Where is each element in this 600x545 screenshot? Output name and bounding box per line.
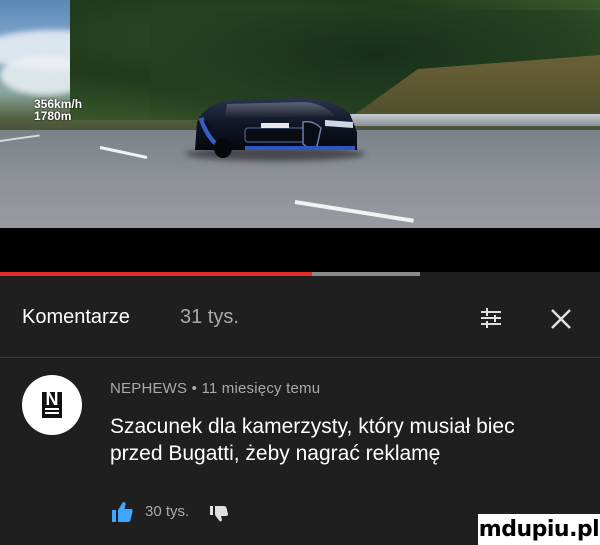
comment-body: Szacunek dla kamerzysty, który musiał bi… (110, 413, 580, 467)
comments-title: Komentarze (22, 306, 130, 328)
thumbs-down-icon[interactable] (209, 504, 229, 522)
comments-count: 31 tys. (180, 306, 239, 328)
comment-text-line: Szacunek dla kamerzysty, który musiał bi… (110, 415, 515, 438)
meta-separator: • (191, 380, 198, 397)
divider (0, 357, 600, 358)
thumbs-up-icon[interactable] (110, 500, 134, 524)
distance-readout: 1780m (34, 109, 72, 123)
player-controls-area[interactable] (0, 228, 600, 272)
comment-author[interactable]: NEPHEWS (110, 380, 187, 397)
svg-text:N: N (46, 389, 59, 409)
progress-bar[interactable] (0, 272, 312, 276)
channel-logo: N (42, 389, 62, 418)
like-count: 30 tys. (145, 503, 190, 520)
close-icon[interactable] (548, 306, 574, 332)
car-image (195, 98, 357, 158)
comment-meta: NEPHEWS • 11 miesięcy temu (110, 380, 320, 397)
avatar[interactable]: N (22, 375, 82, 435)
sort-icon[interactable] (479, 306, 503, 330)
comment-age: 11 miesięcy temu (201, 380, 321, 397)
comment-text-line: przed Bugatti, żeby nagrać reklamę (110, 442, 441, 465)
watermark: mdupiu.pl (478, 514, 600, 545)
video-frame[interactable]: 356km/h 1780m (0, 0, 600, 228)
telemetry-overlay: 356km/h 1780m (34, 98, 82, 122)
guard-rail (330, 114, 600, 126)
